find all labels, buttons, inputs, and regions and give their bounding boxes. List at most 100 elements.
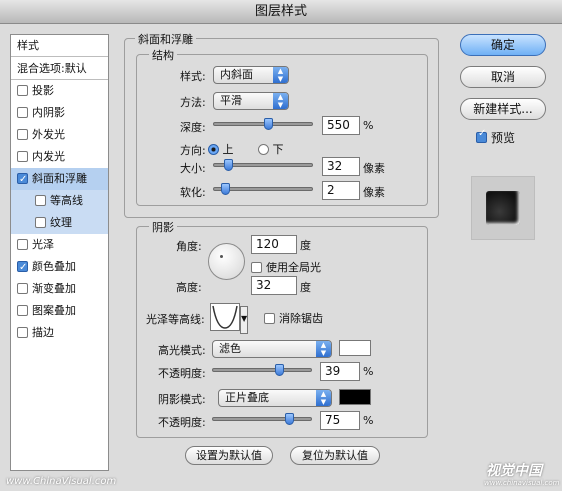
style-select-value: 内斜面: [220, 68, 253, 81]
checkbox-checked-icon[interactable]: [17, 169, 28, 191]
global-light-checkbox[interactable]: 使用全局光: [251, 259, 321, 275]
reset-default-button[interactable]: 复位为默认值: [290, 446, 380, 465]
preview-thumbnail: [471, 176, 535, 240]
soften-input[interactable]: 2: [322, 181, 360, 200]
style-item-label: 描边: [32, 326, 54, 339]
checkbox-icon[interactable]: [17, 84, 28, 96]
gloss-contour-picker[interactable]: [210, 303, 240, 331]
style-item-label: 投影: [32, 84, 54, 97]
checkbox-icon[interactable]: [17, 150, 28, 162]
checkbox-icon[interactable]: [35, 216, 46, 228]
highlight-opacity-input[interactable]: 39: [320, 362, 360, 381]
new-style-button[interactable]: 新建样式...: [460, 98, 546, 120]
radio-on-icon: [208, 143, 219, 155]
size-input[interactable]: 32: [322, 157, 360, 176]
checkbox-icon[interactable]: [17, 282, 28, 294]
depth-input[interactable]: 550: [322, 116, 360, 135]
size-slider[interactable]: [213, 159, 313, 171]
style-item-label: 渐变叠加: [32, 282, 76, 295]
checkbox-icon[interactable]: [17, 106, 28, 118]
angle-dial[interactable]: [208, 243, 245, 280]
style-item-1[interactable]: 内阴影: [11, 102, 108, 124]
gloss-contour-label: 光泽等高线:: [146, 313, 205, 326]
checkbox-icon[interactable]: [17, 304, 28, 316]
style-label: 样式:: [180, 70, 206, 83]
shadow-opacity-label: 不透明度:: [158, 416, 206, 429]
style-item-label: 外发光: [32, 128, 65, 141]
set-default-button[interactable]: 设置为默认值: [185, 446, 273, 465]
watermark-url: www.ChinaVisual.com: [6, 476, 117, 487]
highlight-color-swatch[interactable]: [339, 340, 371, 356]
shadow-opacity-thumb[interactable]: [285, 413, 294, 425]
angle-unit: 度: [300, 239, 311, 252]
angle-dial-dot-icon: [220, 255, 223, 258]
antialias-checkbox[interactable]: 消除锯齿: [264, 310, 323, 326]
depth-slider-thumb[interactable]: [264, 118, 273, 130]
soften-slider-thumb[interactable]: [221, 183, 230, 195]
shadow-opacity-unit: %: [363, 414, 374, 427]
technique-select[interactable]: 平滑 ▲ ▼: [213, 92, 289, 110]
depth-slider[interactable]: [213, 118, 313, 130]
style-item-7[interactable]: 光泽: [11, 234, 108, 256]
style-item-label: 等高线: [50, 194, 83, 207]
style-item-label: 斜面和浮雕: [32, 172, 87, 185]
checkbox-icon[interactable]: [35, 194, 46, 206]
direction-up-radio[interactable]: 上: [208, 141, 234, 157]
style-item-10[interactable]: 图案叠加: [11, 300, 108, 322]
shadow-mode-label: 阴影模式:: [158, 393, 206, 406]
highlight-mode-label: 高光模式:: [158, 344, 206, 357]
style-item-5[interactable]: 等高线: [11, 190, 108, 212]
style-item-0[interactable]: 投影: [11, 80, 108, 102]
soften-slider[interactable]: [213, 183, 313, 195]
style-item-label: 图案叠加: [32, 304, 76, 317]
updown-arrow-icon: ▲ ▼: [316, 341, 331, 357]
styles-list-header[interactable]: 样式: [11, 35, 108, 57]
style-item-11[interactable]: 描边: [11, 322, 108, 344]
size-unit: 像素: [363, 162, 385, 175]
highlight-mode-select[interactable]: 滤色 ▲ ▼: [212, 340, 332, 358]
angle-input[interactable]: 120: [251, 235, 297, 254]
checkbox-icon: [264, 312, 275, 324]
soften-unit: 像素: [363, 186, 385, 199]
updown-arrow-icon: ▲ ▼: [273, 67, 288, 83]
bevel-emboss-title: 斜面和浮雕: [135, 31, 196, 47]
shadow-opacity-slider[interactable]: [212, 413, 312, 425]
checkbox-icon[interactable]: [17, 128, 28, 140]
checkbox-icon[interactable]: [17, 326, 28, 338]
style-item-3[interactable]: 内发光: [11, 146, 108, 168]
shadow-mode-select[interactable]: 正片叠底 ▲ ▼: [218, 389, 332, 407]
altitude-unit: 度: [300, 281, 311, 294]
shading-title: 阴影: [149, 219, 177, 235]
altitude-input[interactable]: 32: [251, 276, 297, 295]
highlight-opacity-slider[interactable]: [212, 364, 312, 376]
style-item-label: 内阴影: [32, 106, 65, 119]
checkbox-checked-icon: [476, 128, 487, 143]
updown-arrow-icon: ▲ ▼: [273, 93, 288, 109]
style-item-8[interactable]: 颜色叠加: [11, 256, 108, 279]
contour-dropdown-arrow-icon[interactable]: ▼: [240, 306, 248, 334]
depth-label: 深度:: [180, 121, 206, 134]
style-item-4[interactable]: 斜面和浮雕: [11, 168, 108, 191]
ok-button[interactable]: 确定: [460, 34, 546, 56]
style-item-label: 纹理: [50, 216, 72, 229]
style-item-2[interactable]: 外发光: [11, 124, 108, 146]
preview-checkbox[interactable]: 预览: [476, 128, 515, 146]
shadow-opacity-input[interactable]: 75: [320, 411, 360, 430]
blend-options-item[interactable]: 混合选项:默认: [11, 58, 108, 80]
size-slider-thumb[interactable]: [224, 159, 233, 171]
checkbox-checked-icon[interactable]: [17, 257, 28, 279]
shadow-mode-value: 正片叠底: [225, 391, 269, 404]
cancel-button[interactable]: 取消: [460, 66, 546, 88]
soften-label: 软化:: [180, 186, 206, 199]
highlight-mode-value: 滤色: [219, 342, 241, 355]
direction-label: 方向:: [180, 144, 206, 157]
style-select[interactable]: 内斜面 ▲ ▼: [213, 66, 289, 84]
style-item-6[interactable]: 纹理: [11, 212, 108, 234]
updown-arrow-icon: ▲ ▼: [316, 390, 331, 406]
checkbox-icon[interactable]: [17, 238, 28, 250]
shadow-color-swatch[interactable]: [339, 389, 371, 405]
direction-down-radio[interactable]: 下: [258, 141, 284, 157]
highlight-opacity-thumb[interactable]: [275, 364, 284, 376]
style-item-9[interactable]: 渐变叠加: [11, 278, 108, 300]
style-item-label: 光泽: [32, 238, 54, 251]
